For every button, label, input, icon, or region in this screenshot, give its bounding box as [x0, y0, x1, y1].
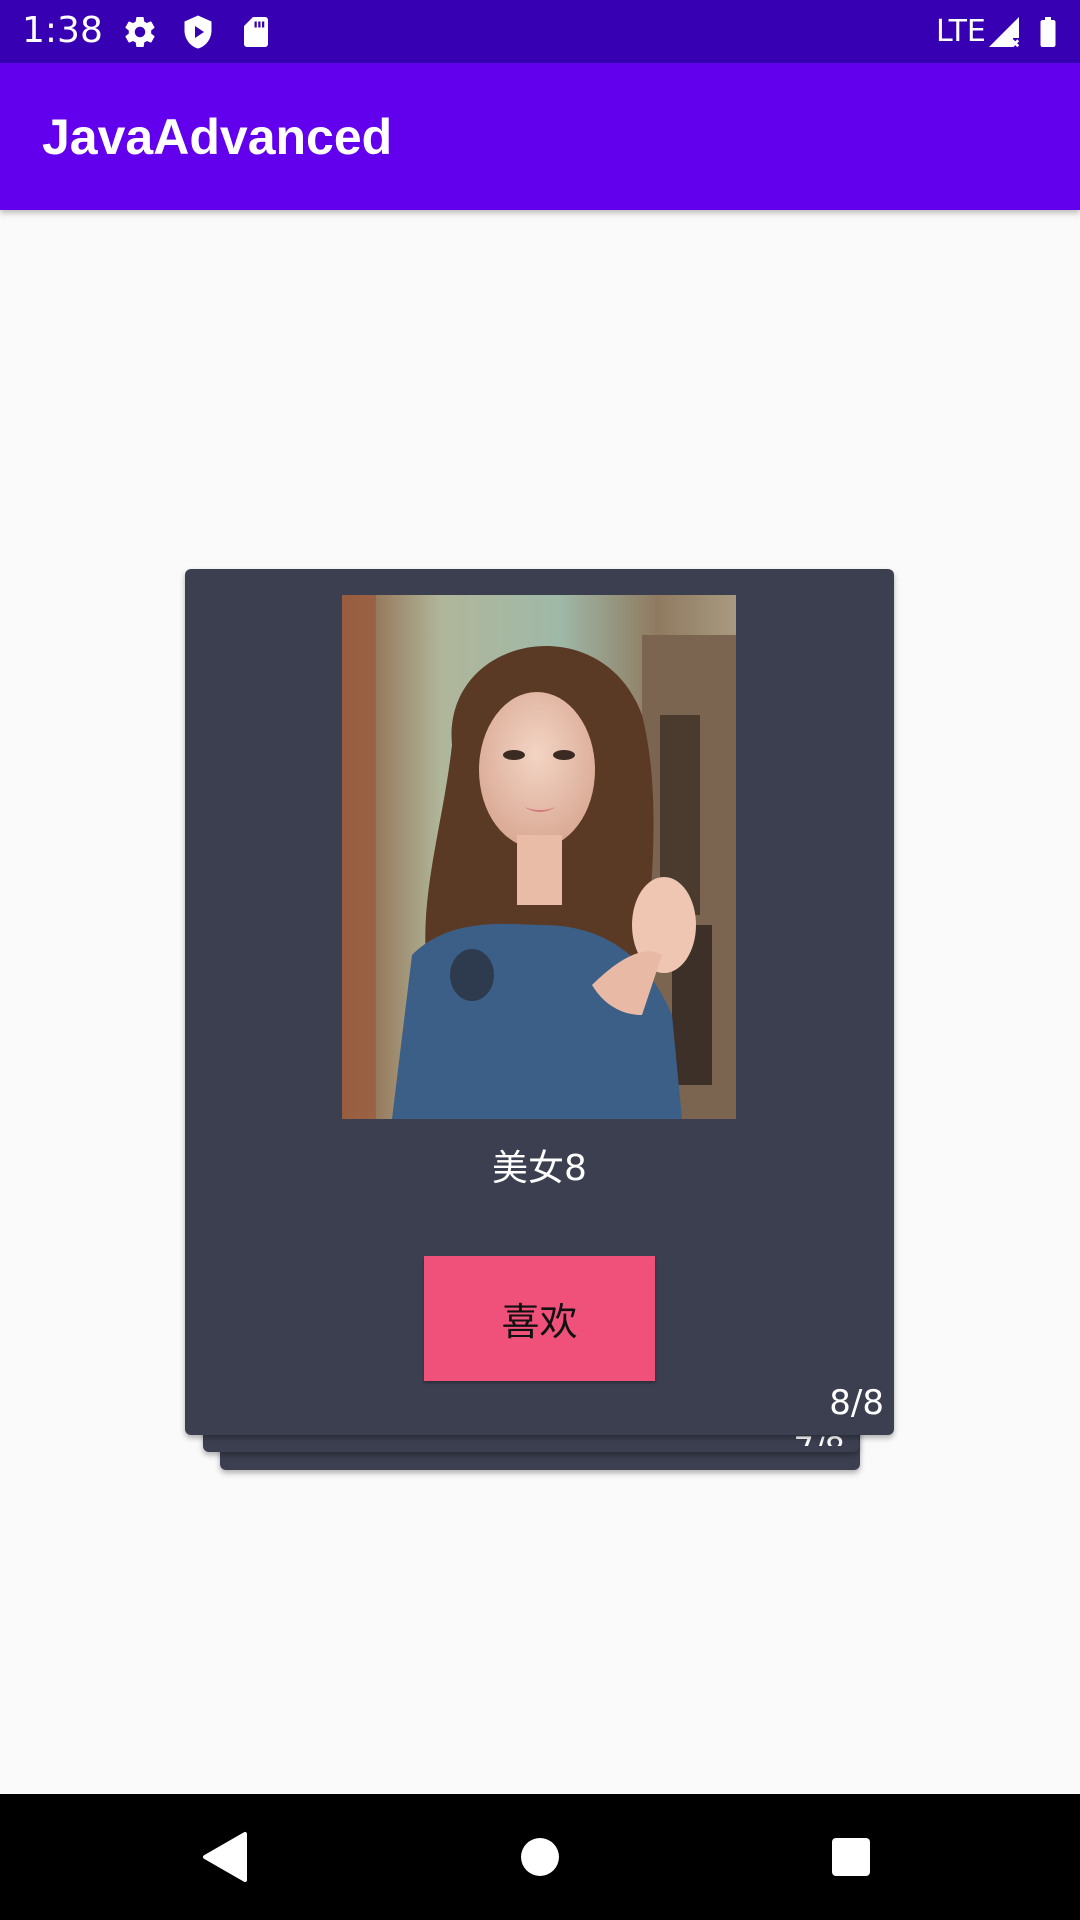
like-button[interactable]: 喜欢 — [424, 1256, 655, 1381]
signal-icon — [986, 14, 1022, 50]
swipe-card[interactable]: 美女8 喜欢 8/8 — [185, 569, 894, 1435]
navigation-bar — [0, 1794, 1080, 1920]
app-bar: JavaAdvanced — [0, 63, 1080, 210]
sd-card-icon — [238, 14, 274, 50]
network-type: LTE — [936, 14, 986, 49]
status-bar: 1:38 LTE — [0, 0, 1080, 63]
back-icon[interactable] — [190, 1822, 260, 1892]
card-counter: 8/8 — [829, 1383, 884, 1423]
card-title: 美女8 — [492, 1148, 587, 1189]
status-time: 1:38 — [22, 10, 103, 51]
portrait-photo — [342, 595, 736, 1119]
app-title: JavaAdvanced — [42, 109, 393, 165]
battery-icon — [1030, 14, 1066, 50]
gear-icon — [122, 14, 158, 50]
recents-icon[interactable] — [816, 1822, 886, 1892]
home-icon[interactable] — [505, 1822, 575, 1892]
shield-play-icon — [180, 14, 216, 50]
